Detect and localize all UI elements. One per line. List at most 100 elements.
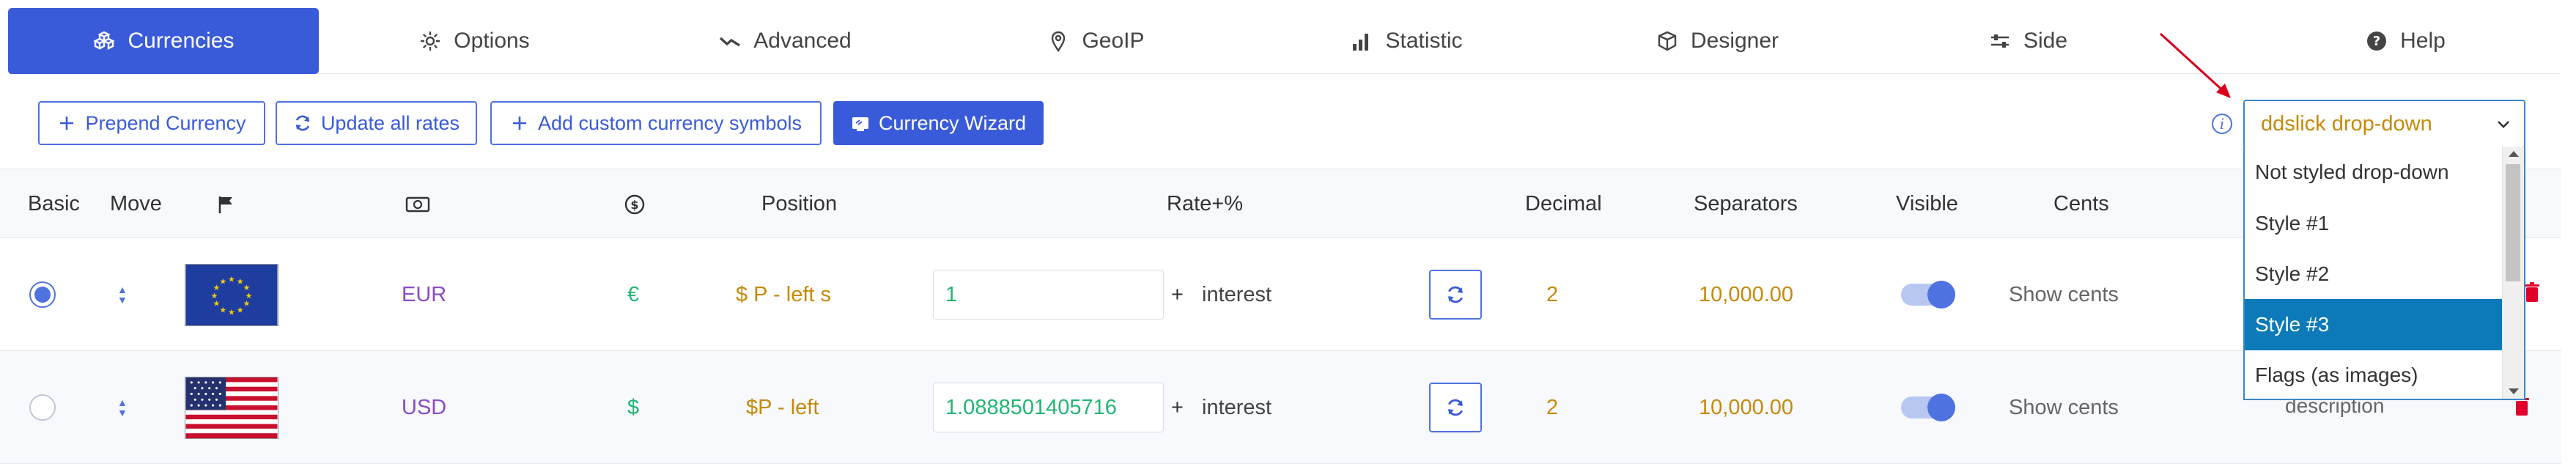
header-basic: Basic [28,192,80,215]
button-label: Update all rates [320,111,460,134]
tab-geoip[interactable]: GeoIP [940,8,1251,74]
scroll-down-icon[interactable] [2509,388,2519,394]
table-header: Basic Move $ Position Rate+% Decimal Sep… [0,169,2561,238]
header-rate: Rate+% [1167,192,1243,215]
refresh-rate-button[interactable] [1429,270,1482,320]
scrollbar-thumb[interactable] [2506,164,2520,281]
tab-options[interactable]: Options [319,8,630,74]
visible-toggle[interactable] [1901,281,1955,309]
refresh-icon [1448,399,1463,416]
money-icon [405,196,430,212]
chevron-down-icon [2498,121,2509,128]
tab-side[interactable]: Side [1872,8,2183,74]
header-money [405,169,430,239]
header-separators: Separators [1694,192,1798,215]
cents-option[interactable]: Show cents [2009,238,2119,351]
sliders-icon [1990,34,2009,48]
svg-text:$: $ [630,198,638,212]
trash-icon[interactable] [2524,282,2540,303]
info-icon[interactable]: i [2212,114,2232,134]
currency-code[interactable]: USD [402,351,446,464]
header-cents: Cents [2053,192,2109,215]
tab-label: Options [454,29,530,53]
decimal-value[interactable]: 2 [1546,238,1558,351]
annotation-arrow-icon [2159,32,2231,98]
plus-sign: + [1171,395,1184,419]
svg-text:★: ★ [237,305,244,314]
decimal-value[interactable]: 2 [1546,351,1558,464]
currency-code[interactable]: EUR [402,238,446,351]
table-row: ▲ ▼ USD $ $P - left 1.0888501405716 + int… [0,351,2561,464]
interest-field[interactable]: interest [1202,351,1272,464]
svg-text:★: ★ [219,276,226,286]
dropdown-option-highlighted[interactable]: Style #3 [2245,299,2503,350]
move-handle[interactable]: ▲ ▼ [117,284,128,305]
currency-symbol[interactable]: $ [627,351,639,464]
dropdown-option[interactable]: Not styled drop-down [2245,147,2503,198]
svg-text:★: ★ [228,274,235,284]
tab-label: Statistic [1385,29,1463,53]
update-all-rates-button[interactable]: Update all rates [276,101,477,145]
scroll-up-icon[interactable] [2509,151,2519,157]
header-move: Move [110,192,162,215]
tab-designer[interactable]: Designer [1562,8,1872,74]
plus-icon [512,117,526,130]
table-row: ▲ ▼ ★ ★ ★ ★ ★ ★ ★ ★ ★ ★ ★ ★ EUR € $ P - left s 1 … [0,238,2561,351]
separators-value[interactable]: 10,000.00 [1699,351,1793,464]
visible-toggle[interactable] [1901,394,1955,421]
dropdown-option[interactable]: Style #2 [2245,248,2503,300]
tab-label: GeoIP [1082,29,1145,53]
select-value: ddslick drop-down [2261,111,2432,136]
header-visible: Visible [1896,192,1958,215]
svg-text:★: ★ [228,307,235,317]
tab-advanced[interactable]: Advanced [630,8,940,74]
header-currency-symbol: $ [624,169,646,239]
tab-label: Advanced [753,29,852,53]
map-pin-icon [1052,31,1066,53]
eu-flag: ★ ★★ ★★★ ★★★ ★★★ [185,263,278,326]
button-label: Prepend Currency [85,111,246,134]
dropdown-options-list: Not styled drop-down Style #1 Style #2 S… [2243,147,2525,400]
interest-field[interactable]: interest [1202,238,1272,351]
tab-label: Side [2023,29,2068,53]
currency-wizard-button[interactable]: Currency Wizard [833,101,1044,145]
currency-position[interactable]: $ P - left s [736,238,831,351]
refresh-icon [295,115,310,131]
rate-input[interactable]: 1.0888501405716 [933,383,1164,432]
dropdown-style-select[interactable]: ddslick drop-down [2243,100,2525,148]
header-flag [215,169,237,239]
currency-symbol[interactable]: € [627,238,639,351]
prepend-currency-button[interactable]: Prepend Currency [38,101,265,145]
dropdown-scrollbar[interactable] [2502,147,2524,399]
rate-input[interactable]: 1 [933,270,1164,320]
bar-chart-icon [1353,34,1369,51]
header-position: Position [761,192,838,215]
cents-option[interactable]: Show cents [2009,351,2119,464]
basic-currency-radio[interactable] [29,281,56,308]
tab-statistic[interactable]: Statistic [1251,8,1562,74]
cube-icon [1658,31,1677,51]
dropdown-option[interactable]: Flags (as images) [2245,350,2503,401]
flag-icon [218,196,232,213]
add-custom-symbols-button[interactable]: Add custom currency symbols [490,101,822,145]
currency-position[interactable]: $P - left [746,351,819,464]
svg-text:★: ★ [243,298,251,308]
tab-label: Designer [1690,29,1779,53]
basic-currency-radio[interactable] [29,394,56,421]
button-label: Currency Wizard [878,111,1027,134]
tab-label: Currencies [128,29,235,53]
refresh-rate-button[interactable] [1429,383,1482,432]
header-decimal: Decimal [1525,192,1602,215]
us-flag [185,376,278,439]
wizard-icon [852,117,868,131]
tab-label: Help [2400,29,2446,53]
cubes-icon [93,31,116,50]
plus-sign: + [1171,282,1184,306]
move-handle[interactable]: ▲ ▼ [117,397,128,418]
tab-help[interactable]: ? Help [2250,8,2561,74]
tab-currencies[interactable]: Currencies [8,8,319,74]
svg-text:?: ? [2373,34,2380,49]
dropdown-option[interactable]: Style #1 [2245,198,2503,249]
separators-value[interactable]: 10,000.00 [1699,238,1793,351]
trend-icon [720,37,741,47]
